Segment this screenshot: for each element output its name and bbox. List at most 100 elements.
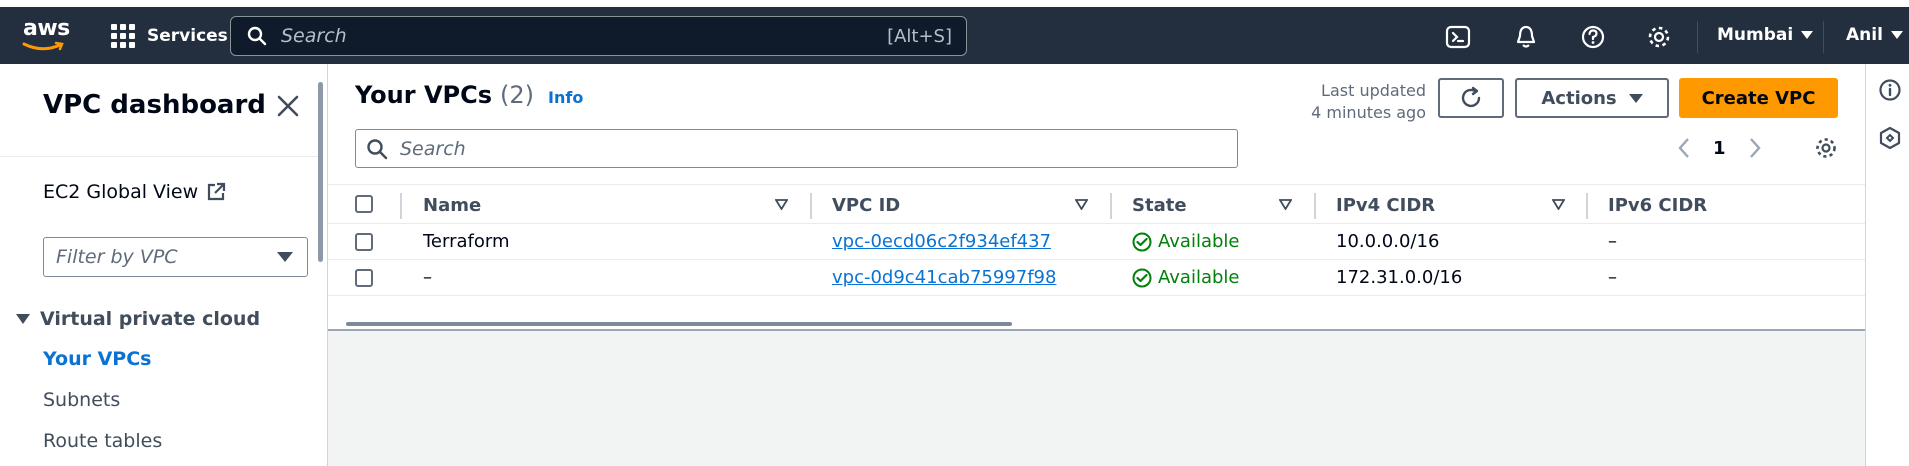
table-settings-icon[interactable]	[1814, 136, 1838, 160]
page-title-text: Your VPCs	[355, 81, 493, 109]
column-header-ipv4-cidr[interactable]: IPv4 CIDR	[1336, 195, 1435, 216]
select-all-checkbox[interactable]	[355, 195, 373, 213]
sort-icon[interactable]	[775, 199, 788, 210]
cell-ipv4-cidr: 172.31.0.0/16	[1336, 267, 1463, 288]
refresh-icon	[1461, 86, 1481, 108]
search-icon	[367, 138, 388, 159]
search-icon	[247, 26, 267, 46]
vpc-search-input[interactable]: Search	[355, 129, 1238, 168]
column-separator[interactable]	[1586, 193, 1588, 219]
table-row[interactable]: Terraform vpc-0ecd06c2f934ef437 Availabl…	[328, 224, 1865, 260]
user-menu[interactable]: Anil	[1846, 25, 1903, 45]
table-row[interactable]: – vpc-0d9c41cab75997f98 Available 172.31…	[328, 260, 1865, 296]
cell-name: –	[423, 267, 432, 288]
sidebar-divider	[0, 156, 320, 157]
caret-down-icon	[1801, 31, 1814, 39]
user-label: Anil	[1846, 25, 1883, 45]
column-separator	[400, 193, 402, 219]
caret-down-icon	[16, 314, 30, 324]
table-header: Name VPC ID State IPv4 CIDR IPv6 CIDR	[328, 184, 1865, 224]
nav-divider	[1823, 21, 1824, 53]
bell-icon[interactable]	[1513, 24, 1539, 50]
sidebar-item-subnets[interactable]: Subnets	[43, 389, 120, 411]
sidebar-section-virtual-private-cloud[interactable]: Virtual private cloud	[16, 308, 260, 330]
last-updated-time: 4 minutes ago	[1311, 103, 1426, 122]
cell-state: Available	[1132, 231, 1239, 252]
region-label: Mumbai	[1717, 25, 1794, 45]
row-checkbox[interactable]	[355, 269, 373, 287]
aws-smile-icon	[22, 41, 64, 51]
cell-ipv6-cidr: –	[1608, 267, 1617, 288]
sidebar-scrollbar[interactable]	[318, 82, 323, 262]
create-vpc-button[interactable]: Create VPC	[1679, 78, 1838, 118]
nav-divider	[1697, 21, 1698, 53]
state-label: Available	[1158, 231, 1240, 252]
page-number[interactable]: 1	[1713, 138, 1726, 159]
column-header-vpc-id[interactable]: VPC ID	[832, 195, 900, 216]
filter-by-vpc-select[interactable]: Filter by VPC	[43, 237, 308, 277]
sidebar-item-label: EC2 Global View	[43, 181, 199, 203]
right-utility-bar	[1865, 64, 1909, 466]
column-header-state[interactable]: State	[1132, 195, 1187, 216]
cloudshell-icon[interactable]	[1445, 24, 1471, 50]
caret-down-icon	[277, 252, 293, 262]
cell-ipv6-cidr: –	[1608, 231, 1617, 252]
sidebar-item-your-vpcs[interactable]: Your VPCs	[43, 348, 151, 370]
settings-icon[interactable]	[1646, 24, 1672, 50]
last-updated-label: Last updated	[1321, 81, 1426, 100]
help-icon[interactable]	[1580, 24, 1606, 50]
cell-vpc-id-link[interactable]: vpc-0ecd06c2f934ef437	[832, 231, 1051, 252]
chevron-right-icon[interactable]	[1748, 137, 1762, 159]
grid-icon	[111, 24, 135, 48]
sort-icon[interactable]	[1279, 199, 1292, 210]
column-separator[interactable]	[1314, 193, 1316, 219]
region-selector[interactable]: Mumbai	[1717, 25, 1814, 45]
column-separator[interactable]	[810, 193, 812, 219]
services-menu[interactable]: Services	[111, 23, 228, 49]
caret-down-icon	[1890, 31, 1903, 39]
last-updated: Last updated 4 minutes ago	[1286, 80, 1426, 124]
chevron-left-icon[interactable]	[1677, 137, 1691, 159]
search-placeholder: Search	[281, 25, 347, 47]
sidebar-title: VPC dashboard	[43, 90, 266, 120]
vpc-count: (2)	[500, 81, 535, 109]
close-icon[interactable]	[276, 94, 300, 118]
vpc-table-container: Your VPCs (2) Info Last updated 4 minute…	[328, 64, 1865, 331]
cell-ipv4-cidr: 10.0.0.0/16	[1336, 231, 1440, 252]
global-search-input[interactable]: Search [Alt+S]	[230, 16, 967, 56]
external-link-icon	[208, 182, 226, 201]
page-title: Your VPCs (2) Info	[355, 81, 583, 109]
cell-state: Available	[1132, 267, 1239, 288]
aws-logo-text: aws	[23, 16, 70, 41]
state-label: Available	[1158, 267, 1240, 288]
vpc-search-placeholder: Search	[400, 137, 466, 160]
info-link[interactable]: Info	[548, 88, 583, 107]
column-header-name[interactable]: Name	[423, 195, 481, 216]
sort-icon[interactable]	[1075, 199, 1088, 210]
search-shortcut: [Alt+S]	[887, 25, 952, 47]
actions-button[interactable]: Actions	[1515, 78, 1669, 118]
check-circle-icon	[1132, 268, 1152, 287]
check-circle-icon	[1132, 232, 1152, 251]
info-icon[interactable]	[1878, 78, 1902, 102]
hexagon-icon[interactable]	[1878, 126, 1902, 150]
refresh-button[interactable]	[1438, 78, 1504, 118]
table-horizontal-scrollbar[interactable]	[346, 322, 1012, 326]
services-label: Services	[147, 26, 228, 46]
filter-placeholder: Filter by VPC	[56, 246, 178, 268]
caret-down-icon	[1628, 93, 1643, 103]
sidebar-item-route-tables[interactable]: Route tables	[43, 430, 162, 452]
top-navigation: aws Services Search [Alt+S] Mumbai Anil	[0, 7, 1909, 64]
column-separator[interactable]	[1110, 193, 1112, 219]
actions-label: Actions	[1541, 87, 1617, 109]
sidebar-section-label: Virtual private cloud	[40, 308, 261, 330]
cell-vpc-id-link[interactable]: vpc-0d9c41cab75997f98	[832, 267, 1056, 288]
main-content: Your VPCs (2) Info Last updated 4 minute…	[328, 64, 1865, 466]
details-split-panel-area	[328, 331, 1865, 466]
row-checkbox[interactable]	[355, 233, 373, 251]
sort-icon[interactable]	[1552, 199, 1565, 210]
cell-name: Terraform	[423, 231, 510, 252]
aws-logo[interactable]: aws	[20, 14, 72, 56]
column-header-ipv6-cidr[interactable]: IPv6 CIDR	[1608, 195, 1707, 216]
sidebar-item-ec2-global-view[interactable]: EC2 Global View	[43, 181, 226, 203]
